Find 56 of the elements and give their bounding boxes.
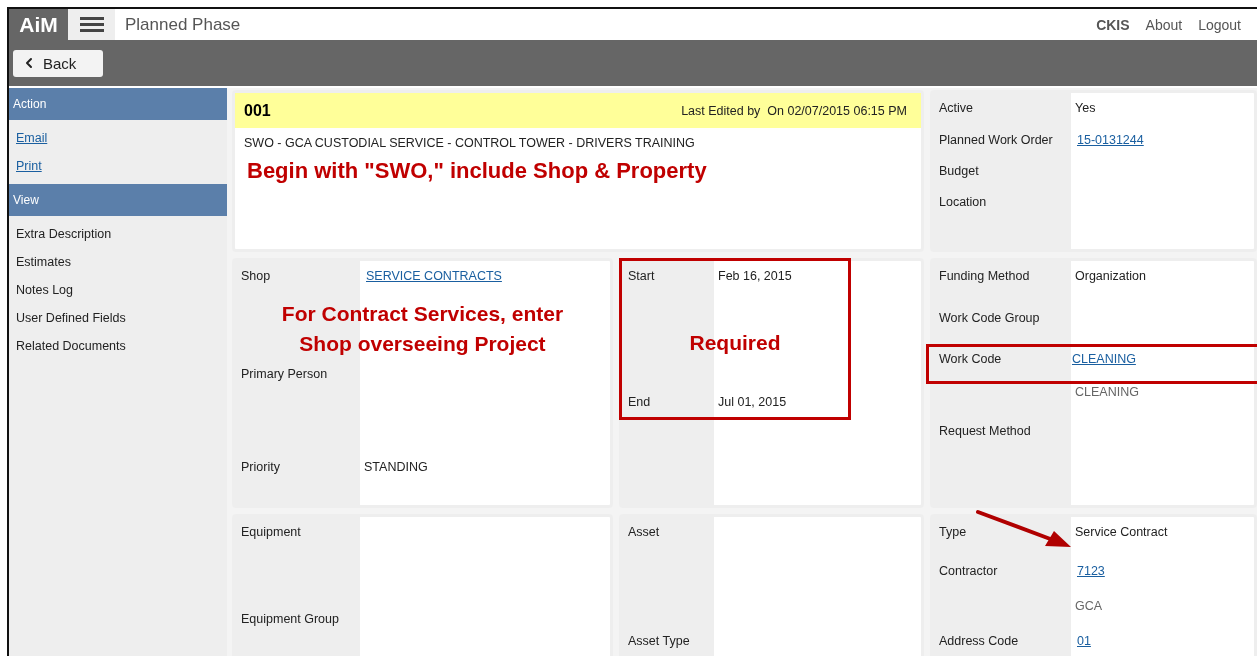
field-label: Primary Person	[240, 367, 329, 381]
annotation-note: Required	[689, 330, 781, 356]
field-label: Type	[938, 525, 968, 539]
page-title: Planned Phase	[124, 13, 242, 36]
field-label: Contractor	[938, 564, 999, 578]
app-logo: AiM	[9, 9, 68, 40]
sidebar-item[interactable]: User Defined Fields	[16, 304, 227, 332]
sidebar-item[interactable]: Email	[16, 124, 227, 152]
back-button[interactable]: Back	[13, 49, 103, 77]
field-label: Shop	[240, 269, 272, 283]
field-value: GCA	[1074, 599, 1104, 613]
field-label: Priority	[240, 460, 281, 474]
field-label: Request Method	[938, 424, 1032, 438]
field-value: Jul 01, 2015	[717, 395, 788, 409]
field-value: Feb 16, 2015	[717, 269, 793, 283]
field-value: CLEANING	[1074, 385, 1140, 399]
field-label: Address Code	[938, 634, 1020, 648]
field-value: Service Contract	[1074, 525, 1169, 539]
field-label: Start	[627, 269, 656, 283]
menu-button[interactable]	[68, 9, 115, 40]
sidebar-item[interactable]: Related Documents	[16, 332, 227, 360]
last-edited-text: Last Edited by On 02/07/2015 06:15 PM	[681, 103, 907, 118]
field-label: Asset Type	[627, 634, 691, 648]
sidebar-item[interactable]: Print	[16, 152, 227, 180]
field-label: Equipment	[240, 525, 302, 539]
field-label: Budget	[938, 164, 980, 178]
field-link[interactable]: 7123	[1071, 564, 1105, 578]
field-label: Work Code Group	[938, 311, 1041, 325]
field-link[interactable]: SERVICE CONTRACTS	[360, 269, 502, 283]
annotation-note: Begin with "SWO," include Shop & Property	[246, 157, 708, 184]
field-value: STANDING	[363, 460, 429, 474]
field-label: Location	[938, 195, 988, 209]
field-label: Active	[938, 101, 975, 115]
section-header: Action	[9, 88, 227, 120]
field-label: Equipment Group	[240, 612, 340, 626]
record-number: 001	[244, 101, 271, 120]
field-label: Funding Method	[938, 269, 1031, 283]
field-link[interactable]: 15-0131244	[1071, 133, 1144, 147]
sidebar-item[interactable]: Estimates	[16, 248, 227, 276]
field-label: End	[627, 395, 652, 409]
field-label: Work Code	[938, 352, 1003, 366]
field-link[interactable]: CLEANING	[1066, 352, 1136, 366]
sidebar-item[interactable]: Notes Log	[16, 276, 227, 304]
field-label: Planned Work Order	[938, 133, 1054, 147]
section-header: View	[9, 184, 227, 216]
sidebar-item[interactable]: Extra Description	[16, 220, 227, 248]
field-link[interactable]: 01	[1071, 634, 1091, 648]
record-description: SWO - GCA CUSTODIAL SERVICE - CONTROL TOWER - DRIVERS TRAINING	[243, 135, 696, 150]
header-link[interactable]: Logout	[1198, 9, 1241, 40]
header-link[interactable]: CKIS	[1096, 9, 1130, 40]
menu-icon	[79, 16, 104, 33]
field-value: Organization	[1074, 269, 1147, 283]
field-value: Yes	[1074, 101, 1097, 115]
header-link[interactable]: About	[1145, 9, 1183, 40]
field-label: Asset	[627, 525, 661, 539]
annotation-note: For Contract Services, enter Shop overseeing Project	[281, 301, 564, 357]
